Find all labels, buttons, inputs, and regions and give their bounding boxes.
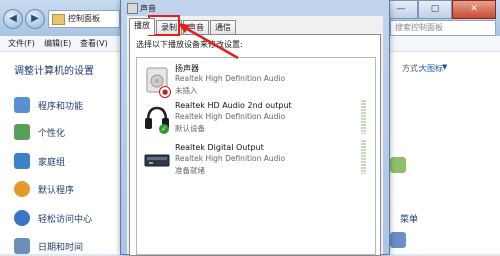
tab-playback[interactable]: 播放 <box>129 18 155 35</box>
red-arrow-icon <box>178 23 239 60</box>
